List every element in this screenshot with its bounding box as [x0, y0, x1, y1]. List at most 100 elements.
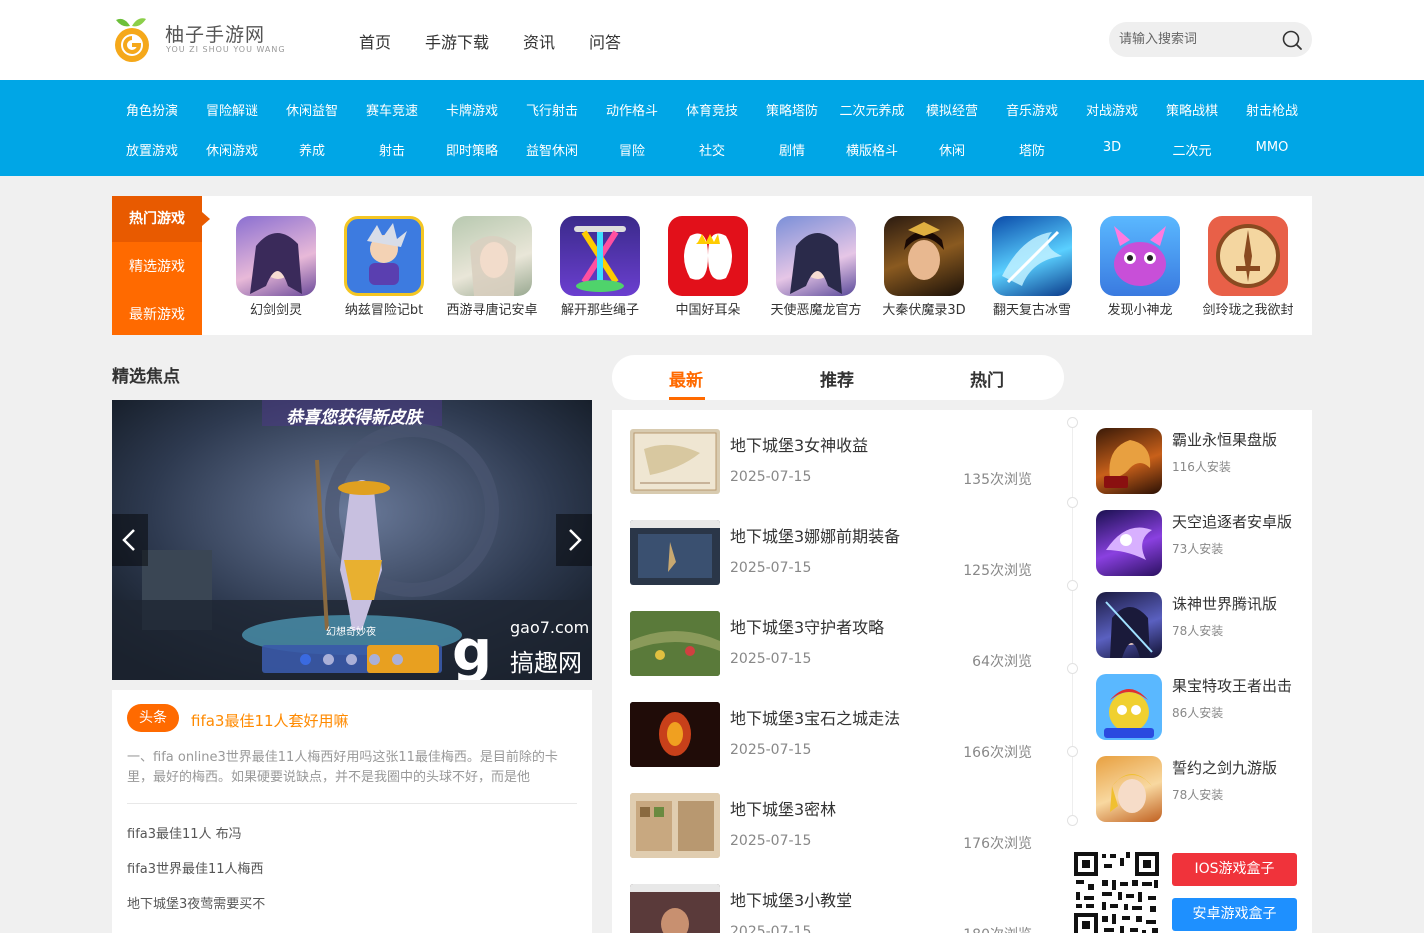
game-card[interactable]: 中国好耳朵 — [654, 216, 762, 318]
category-link[interactable]: 休闲益智 — [272, 100, 352, 119]
carousel-prev-button[interactable] — [112, 514, 148, 566]
qr-code — [1072, 850, 1161, 933]
watermark-domain: gao7.com — [510, 618, 590, 637]
category-link[interactable]: 射击 — [352, 140, 432, 159]
news-list-item[interactable]: 地下城堡3夜莺需要买不 — [127, 893, 265, 912]
category-link[interactable]: 放置游戏 — [112, 140, 192, 159]
side-game-name: 天空追逐者安卓版 — [1172, 513, 1293, 531]
article-item[interactable]: 地下城堡3娜娜前期装备 2025-07-15 125次浏览 — [630, 520, 1050, 590]
category-link[interactable]: 音乐游戏 — [992, 100, 1072, 119]
category-link[interactable]: 二次元养成 — [832, 100, 912, 119]
side-game-name: 果宝特攻王者出击 — [1172, 677, 1293, 695]
category-link[interactable]: 休闲 — [912, 140, 992, 159]
android-game-box-button[interactable]: 安卓游戏盒子 — [1172, 898, 1297, 931]
article-item[interactable]: 地下城堡3小教堂 2025-07-15 180次浏览 — [630, 884, 1050, 933]
side-game-item[interactable]: 诛神世界腾讯版 78人安装 — [1096, 592, 1306, 660]
side-game-item[interactable]: 誓约之剑九游版 78人安装 — [1096, 756, 1306, 824]
carousel-dot-active[interactable] — [300, 654, 311, 665]
article-date: 2025-07-15 — [730, 924, 812, 933]
ios-game-box-button[interactable]: IOS游戏盒子 — [1172, 853, 1297, 886]
category-link[interactable]: 飞行射击 — [512, 100, 592, 119]
tab-latest[interactable]: 最新 — [669, 366, 703, 391]
site-logo[interactable]: 柚子手游网 YOU ZI SHOU YOU WANG — [110, 12, 285, 68]
article-views: 176次浏览 — [963, 836, 1032, 852]
headline-news-panel: 头条 fifa3最佳11人套好用嘛 一、fifa online3世界最佳11人梅… — [112, 690, 592, 933]
carousel-dot[interactable] — [369, 654, 380, 665]
category-link[interactable]: 益智休闲 — [512, 140, 592, 159]
side-game-item[interactable]: 天空追逐者安卓版 73人安装 — [1096, 510, 1306, 578]
game-icon — [776, 216, 856, 296]
category-link[interactable]: 塔防 — [992, 140, 1072, 159]
category-link[interactable]: 社交 — [672, 140, 752, 159]
category-link[interactable]: 策略塔防 — [752, 100, 832, 119]
side-game-item[interactable]: 霸业永恒果盘版 116人安装 — [1096, 428, 1306, 496]
carousel-dot[interactable] — [392, 654, 403, 665]
category-link[interactable]: 3D — [1072, 140, 1152, 155]
focus-carousel[interactable]: g 恭喜您获得新皮肤 幻想奇妙夜 gao7.com 搞趣网 — [112, 400, 592, 680]
game-card[interactable]: 幻剑剑灵 — [222, 216, 330, 318]
tab-hot-games[interactable]: 热门游戏 — [112, 196, 202, 242]
category-link[interactable]: 动作格斗 — [592, 100, 672, 119]
article-item[interactable]: 地下城堡3女神收益 2025-07-15 135次浏览 — [630, 429, 1050, 499]
category-link[interactable]: 策略战棋 — [1152, 100, 1232, 119]
category-link[interactable]: 横版格斗 — [832, 140, 912, 159]
category-link[interactable]: 射击枪战 — [1232, 100, 1312, 119]
article-date: 2025-07-15 — [730, 469, 812, 485]
search-input[interactable] — [1117, 22, 1277, 57]
side-game-installs: 78人安装 — [1172, 624, 1224, 638]
carousel-dot[interactable] — [323, 654, 334, 665]
timeline-dot — [1067, 417, 1078, 428]
game-name: 纳兹冒险记bt — [344, 303, 424, 318]
nav-game-download[interactable]: 手游下载 — [425, 29, 489, 53]
article-item[interactable]: 地下城堡3守护者攻略 2025-07-15 64次浏览 — [630, 611, 1050, 681]
category-link[interactable]: 体育竞技 — [672, 100, 752, 119]
game-card[interactable]: 剑玲珑之我欲封 — [1194, 216, 1302, 318]
category-link[interactable]: 冒险解谜 — [192, 100, 272, 119]
game-card[interactable]: 翻天复古冰雪 — [978, 216, 1086, 318]
nav-news[interactable]: 资讯 — [523, 29, 555, 53]
news-list-item[interactable]: fifa3世界最佳11人梅西 — [127, 858, 264, 877]
hot-games-tabs: 热门游戏 精选游戏 最新游戏 — [112, 196, 202, 335]
nav-home[interactable]: 首页 — [359, 29, 391, 53]
category-link[interactable]: 二次元 — [1152, 140, 1232, 159]
tab-latest-games[interactable]: 最新游戏 — [112, 292, 202, 338]
search-icon[interactable] — [1281, 29, 1303, 51]
game-card[interactable]: 发现小神龙 — [1086, 216, 1194, 318]
nav-qa[interactable]: 问答 — [589, 29, 621, 53]
divider — [127, 803, 577, 804]
category-link[interactable]: 模拟经营 — [912, 100, 992, 119]
category-link[interactable]: 赛车竞速 — [352, 100, 432, 119]
game-card[interactable]: 大秦伏魔录3D — [870, 216, 978, 318]
game-card[interactable]: 纳兹冒险记bt — [330, 216, 438, 318]
category-link[interactable]: MMO — [1232, 140, 1312, 155]
active-tab-underline — [669, 397, 705, 400]
category-link[interactable]: 对战游戏 — [1072, 100, 1152, 119]
game-card[interactable]: 天使恶魔龙官方 — [762, 216, 870, 318]
category-link[interactable]: 剧情 — [752, 140, 832, 159]
category-link[interactable]: 即时策略 — [432, 140, 512, 159]
news-list-item[interactable]: fifa3最佳11人 布冯 — [127, 823, 242, 842]
carousel-next-button[interactable] — [556, 514, 592, 566]
category-link[interactable]: 冒险 — [592, 140, 672, 159]
tab-recommended[interactable]: 推荐 — [820, 366, 854, 391]
game-card[interactable]: 西游寻唐记安卓 — [438, 216, 546, 318]
category-link[interactable]: 休闲游戏 — [192, 140, 272, 159]
category-link[interactable]: 养成 — [272, 140, 352, 159]
tab-selected-games[interactable]: 精选游戏 — [112, 244, 202, 290]
site-header: 柚子手游网 YOU ZI SHOU YOU WANG 首页 手游下载 资讯 问答 — [0, 0, 1424, 80]
category-link[interactable]: 角色扮演 — [112, 100, 192, 119]
article-date: 2025-07-15 — [730, 560, 812, 576]
side-game-item[interactable]: 果宝特攻王者出击 86人安装 — [1096, 674, 1306, 742]
article-date: 2025-07-15 — [730, 742, 812, 758]
article-item[interactable]: 地下城堡3密林 2025-07-15 176次浏览 — [630, 793, 1050, 863]
article-item[interactable]: 地下城堡3宝石之城走法 2025-07-15 166次浏览 — [630, 702, 1050, 772]
category-link[interactable]: 卡牌游戏 — [432, 100, 512, 119]
tab-popular[interactable]: 热门 — [970, 366, 1004, 391]
game-card[interactable]: 解开那些绳子 — [546, 216, 654, 318]
timeline-dot — [1067, 497, 1078, 508]
timeline-dot — [1067, 580, 1078, 591]
headline-title-link[interactable]: fifa3最佳11人套好用嘛 — [191, 710, 349, 731]
article-thumbnail — [630, 611, 720, 676]
carousel-dot[interactable] — [346, 654, 357, 665]
game-name: 西游寻唐记安卓 — [446, 303, 538, 318]
